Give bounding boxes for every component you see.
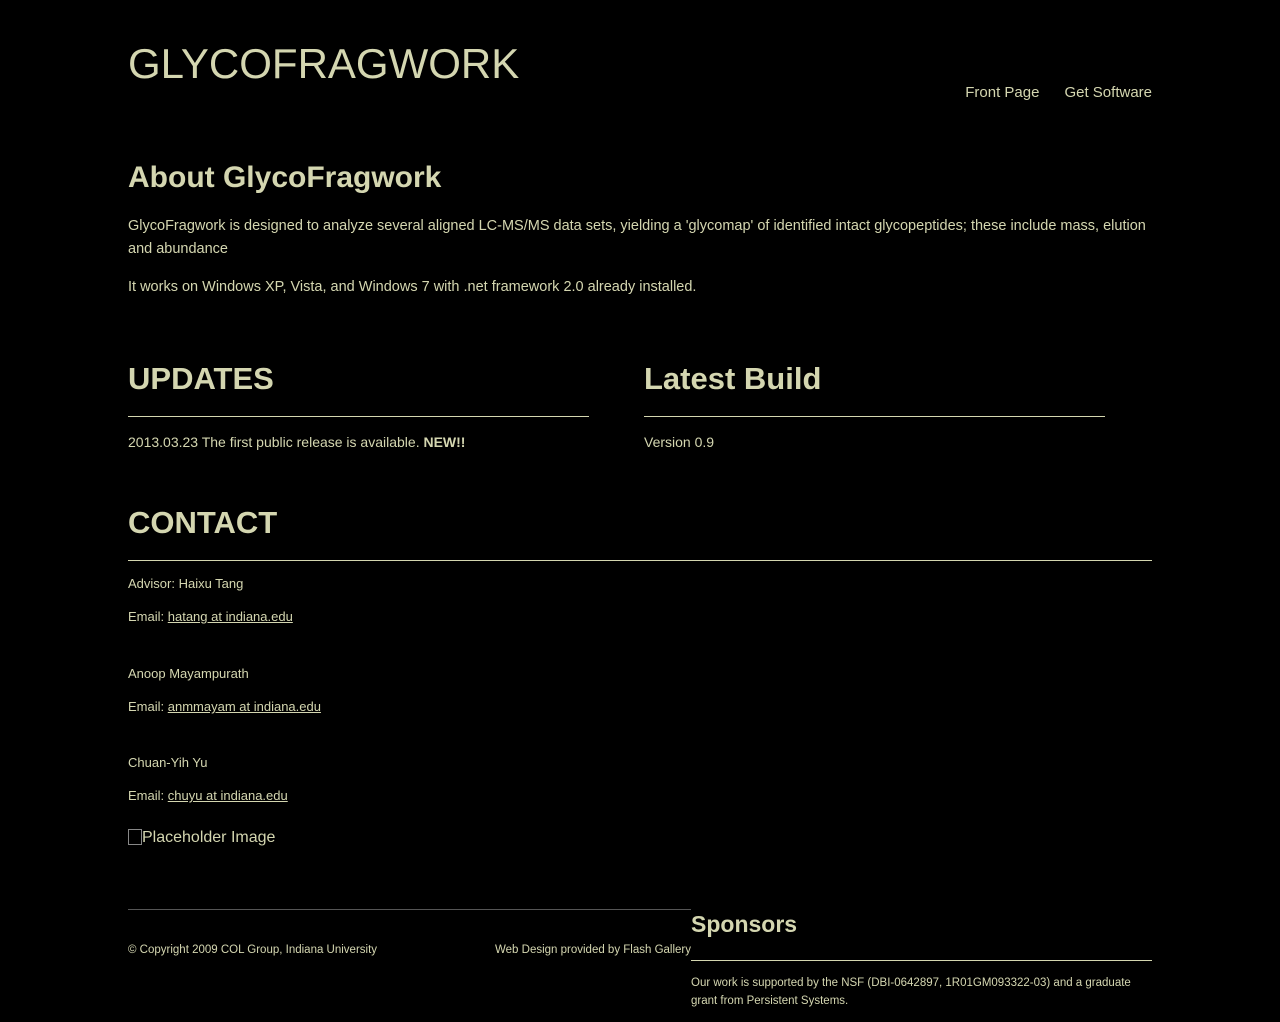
contact-heading: CONTACT xyxy=(128,505,278,540)
update-entry: 2013.03.23 The first public release is a… xyxy=(128,432,465,452)
sponsors-heading: Sponsors xyxy=(691,911,798,937)
latest-build-divider xyxy=(644,416,1105,417)
site-title: GLYCOFRAGWORK xyxy=(128,40,520,87)
placeholder-image: Placeholder Image xyxy=(128,829,275,847)
about-heading: About GlycoFragwork xyxy=(128,161,442,194)
about-requirements: It works on Windows XP, Vista, and Windo… xyxy=(128,279,697,295)
new-badge: NEW!! xyxy=(423,434,466,450)
update-entry-text: 2013.03.23 The first public release is a… xyxy=(128,434,420,450)
email-label: Email: xyxy=(128,788,165,803)
about-paragraph: GlycoFragwork is designed to analyze sev… xyxy=(128,218,1146,257)
placeholder-image-alt: Placeholder Image xyxy=(142,829,276,846)
design-credit: Web Design provided by Flash Gallery xyxy=(495,944,692,956)
build-version: Version 0.9 xyxy=(644,434,715,450)
contact-name: Anoop Mayampurath xyxy=(128,666,249,681)
contact-email-line: Email: hatang at indiana.edu xyxy=(128,608,293,626)
email-label: Email: xyxy=(128,699,165,714)
main-nav: Front Page Get Software xyxy=(965,84,1152,101)
contact-email-line: Email: chuyu at indiana.edu xyxy=(128,787,288,805)
nav-get-software[interactable]: Get Software xyxy=(1064,84,1152,101)
copyright-text: © Copyright 2009 COL Group, Indiana Univ… xyxy=(128,944,378,956)
email-link-chuyu[interactable]: chuyu at indiana.edu xyxy=(168,788,288,803)
contact-name: Chuan-Yih Yu xyxy=(128,755,208,770)
latest-build-heading: Latest Build xyxy=(644,361,822,396)
sponsors-text: Our work is supported by the NSF (DBI-06… xyxy=(691,977,1131,1007)
updates-divider xyxy=(128,416,589,417)
contact-name: Advisor: Haixu Tang xyxy=(128,576,244,591)
contact-email-line: Email: anmmayam at indiana.edu xyxy=(128,698,321,716)
sponsors-divider xyxy=(691,960,1152,961)
email-link-anmmayam[interactable]: anmmayam at indiana.edu xyxy=(168,699,321,714)
footer-divider xyxy=(128,909,691,910)
email-label: Email: xyxy=(128,609,165,624)
contact-divider xyxy=(128,560,1152,561)
broken-image-icon xyxy=(128,829,142,845)
nav-front-page[interactable]: Front Page xyxy=(965,84,1039,101)
updates-heading: UPDATES xyxy=(128,361,274,396)
email-link-hatang[interactable]: hatang at indiana.edu xyxy=(168,609,293,624)
